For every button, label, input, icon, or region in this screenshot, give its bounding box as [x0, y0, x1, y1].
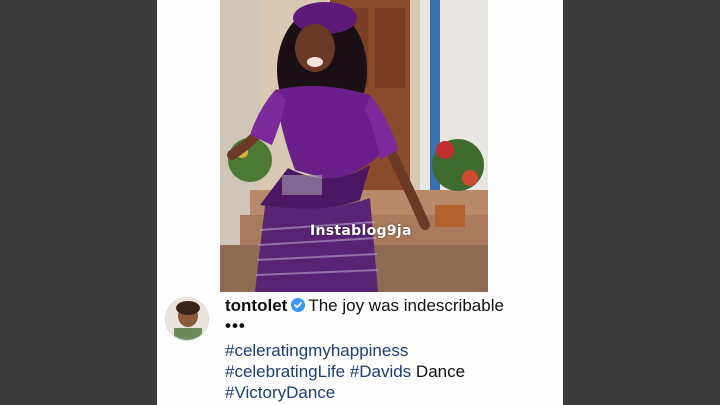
post-video[interactable]: Instablog9ja	[220, 0, 488, 292]
post-panel: Instablog9ja tontolet The joy was indesc…	[157, 0, 563, 405]
more-dots[interactable]: •••	[225, 316, 246, 336]
username-link[interactable]: tontolet	[225, 296, 287, 315]
verified-badge-icon	[291, 298, 306, 312]
hashtag-link[interactable]: #celeratingmyhappiness	[225, 341, 408, 360]
hashtag-link[interactable]: #VictoryDance	[225, 383, 335, 402]
hashtag-link[interactable]: #celebratingLife	[225, 362, 345, 381]
caption-line: tontolet The joy was indescribable	[225, 296, 504, 316]
watermark-text: Instablog9ja	[310, 223, 412, 239]
hashtags: #celeratingmyhappiness #celebratingLife …	[225, 340, 555, 403]
avatar[interactable]	[165, 297, 209, 341]
caption-text: The joy was indescribable	[308, 296, 504, 315]
hashtag-link[interactable]: #Davids	[350, 362, 411, 381]
video-frame	[220, 0, 488, 292]
caption-word: Dance	[415, 362, 466, 381]
